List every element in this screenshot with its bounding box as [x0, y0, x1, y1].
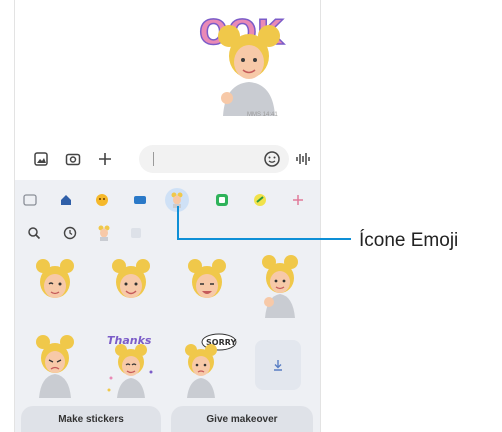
sticker-grid: Thanks SORRY [15, 252, 320, 402]
spotify-icon[interactable] [213, 191, 231, 209]
message-input[interactable] [139, 145, 289, 173]
plus-icon[interactable] [95, 149, 115, 169]
callout-line-horizontal [177, 238, 351, 240]
keyboard-tab-row [15, 184, 320, 216]
emoji-keyboard: Thanks SORRY Make stickers Give makeover [15, 180, 320, 432]
sticker-icon[interactable] [21, 191, 39, 209]
home-icon[interactable] [57, 191, 75, 209]
sticker-subtab-row [15, 220, 320, 246]
avatar-mini-icon[interactable] [95, 224, 113, 242]
sticker-text-thanks: Thanks [107, 334, 152, 347]
give-makeover-button[interactable]: Give makeover [171, 406, 313, 432]
sent-sticker-image: OOK [198, 12, 286, 116]
gallery-icon[interactable] [31, 149, 51, 169]
sticker-item[interactable] [249, 252, 309, 318]
make-stickers-button[interactable]: Make stickers [21, 406, 161, 432]
sticker-item[interactable] [101, 252, 161, 318]
gif-icon[interactable] [131, 191, 149, 209]
recent-icon[interactable] [61, 224, 79, 242]
sticker-item[interactable] [25, 252, 85, 318]
extra-icon[interactable] [251, 191, 269, 209]
camera-icon[interactable] [63, 149, 83, 169]
sticker-item[interactable] [177, 252, 237, 318]
download-icon [274, 360, 282, 371]
sticker-item[interactable]: SORRY [177, 332, 237, 398]
message-timestamp: MMS 14:41 [247, 112, 278, 118]
callout-label: Ícone Emoji [359, 230, 459, 251]
download-more-stickers[interactable] [255, 340, 301, 390]
emoji-face-icon[interactable] [263, 150, 281, 173]
blank-icon[interactable] [127, 224, 145, 242]
voice-wave-icon[interactable] [293, 149, 313, 169]
plus-icon[interactable] [289, 191, 307, 209]
text-cursor [153, 152, 154, 166]
sticker-item[interactable] [25, 332, 85, 398]
callout-line-vertical [177, 206, 179, 240]
emoji-icon[interactable] [93, 191, 111, 209]
phone-screen: OOK MMS 14:41 Thanks SORRY Make stickers… [14, 0, 321, 432]
compose-bar [15, 140, 320, 178]
sticker-item[interactable]: Thanks [101, 332, 161, 398]
sent-sticker[interactable]: OOK [193, 6, 303, 116]
search-icon[interactable] [25, 224, 43, 242]
